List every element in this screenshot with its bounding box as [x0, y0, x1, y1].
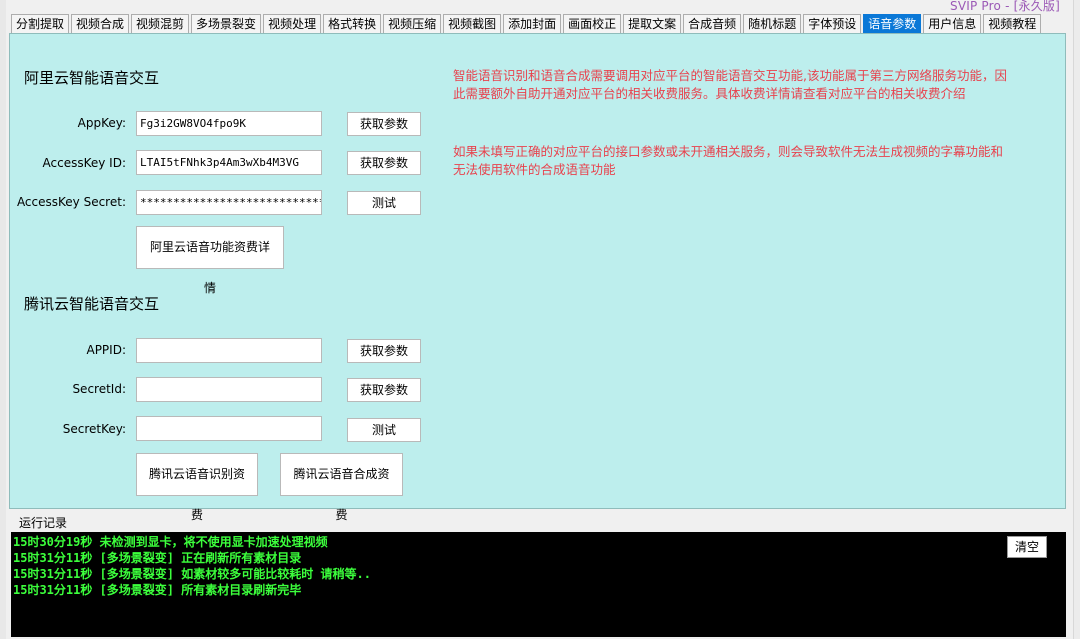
log-line: 15时31分11秒 [多场景裂变] 正在刷新所有素材目录	[13, 551, 302, 565]
tencent-appid-get-params-button[interactable]: 获取参数	[347, 339, 421, 363]
tab-multi-scene[interactable]: 多场景裂变	[191, 14, 262, 33]
appkey-field[interactable]: Fg3i2GW8VO4fpo9K	[136, 111, 322, 136]
tab-image-correct[interactable]: 画面校正	[563, 14, 622, 33]
tab-video-mix[interactable]: 视频混剪	[131, 14, 190, 33]
secretkey-field[interactable]	[136, 416, 322, 441]
aliyun-accesskey-get-params-button[interactable]: 获取参数	[347, 151, 421, 175]
tab-compose-audio[interactable]: 合成音频	[683, 14, 742, 33]
log-line: 15时31分11秒 [多场景裂变] 所有素材目录刷新完毕	[13, 583, 302, 597]
log-console: 15时30分19秒 未检测到显卡，将不使用显卡加速处理视频 15时31分11秒 …	[11, 532, 1066, 637]
appid-label: APPID:	[86, 343, 126, 357]
tab-bar: 分割提取 视频合成 视频混剪 多场景裂变 视频处理 格式转换 视频压缩 视频截图…	[11, 14, 1043, 34]
tencent-secretid-get-params-button[interactable]: 获取参数	[347, 378, 421, 402]
tencent-section-title: 腾讯云智能语音交互	[24, 295, 160, 313]
aliyun-pricing-button[interactable]: 阿里云语音功能资费详情	[136, 226, 284, 295]
tab-format-convert[interactable]: 格式转换	[323, 14, 382, 33]
log-line: 15时31分11秒 [多场景裂变] 如素材较多可能比较耗时 请稍等..	[13, 567, 371, 581]
service-info-paragraph: 智能语音识别和语音合成需要调用对应平台的智能语音交互功能,该功能属于第三方网络服…	[453, 68, 1007, 101]
appid-field[interactable]	[136, 338, 322, 363]
tab-extract-text[interactable]: 提取文案	[623, 14, 682, 33]
tab-split-extract[interactable]: 分割提取	[11, 14, 70, 33]
tab-video-tutorial[interactable]: 视频教程	[983, 14, 1042, 33]
aliyun-appkey-get-params-button[interactable]: 获取参数	[347, 112, 421, 136]
tab-user-info[interactable]: 用户信息	[923, 14, 982, 33]
accesskey-id-label: AccessKey ID:	[42, 156, 126, 170]
tab-voice-params[interactable]: 语音参数	[863, 14, 922, 33]
appkey-label: AppKey:	[77, 116, 126, 130]
secretkey-label: SecretKey:	[62, 422, 126, 436]
tencent-test-button[interactable]: 测试	[347, 418, 421, 442]
edition-label: SVIP Pro - [永久版]	[950, 0, 1060, 13]
tab-video-compose[interactable]: 视频合成	[71, 14, 130, 33]
accesskey-secret-field[interactable]: ******************************	[136, 190, 322, 215]
tab-font-preset[interactable]: 字体预设	[803, 14, 862, 33]
secretid-field[interactable]	[136, 377, 322, 402]
tab-add-cover[interactable]: 添加封面	[503, 14, 562, 33]
secretid-label: SecretId:	[72, 382, 126, 396]
aliyun-test-button[interactable]: 测试	[347, 191, 421, 215]
tencent-asr-pricing-button[interactable]: 腾讯云语音识别资费	[136, 453, 258, 522]
tab-random-title[interactable]: 随机标题	[743, 14, 802, 33]
voice-params-panel: 阿里云智能语音交互 AppKey: Fg3i2GW8VO4fpo9K 获取参数 …	[9, 33, 1066, 522]
accesskey-id-field[interactable]: LTAI5tFNhk3p4Am3wXb4M3VG	[136, 150, 322, 175]
log-line: 15时30分19秒 未检测到显卡，将不使用显卡加速处理视频	[13, 535, 328, 549]
accesskey-secret-label: AccessKey Secret:	[16, 195, 126, 209]
tab-video-process[interactable]: 视频处理	[263, 14, 322, 33]
window-left-edge	[0, 0, 6, 639]
window-right-edge	[1073, 0, 1080, 639]
tencent-tts-pricing-button[interactable]: 腾讯云语音合成资费	[280, 453, 403, 522]
tab-video-compress[interactable]: 视频压缩	[383, 14, 442, 33]
tab-video-screenshot[interactable]: 视频截图	[443, 14, 502, 33]
log-title: 运行记录	[19, 516, 68, 530]
clear-log-button[interactable]: 清空	[1007, 536, 1047, 558]
service-warning-paragraph: 如果未填写正确的对应平台的接口参数或未开通相关服务，则会导致软件无法生成视频的字…	[453, 144, 1004, 177]
aliyun-section-title: 阿里云智能语音交互	[24, 69, 160, 87]
